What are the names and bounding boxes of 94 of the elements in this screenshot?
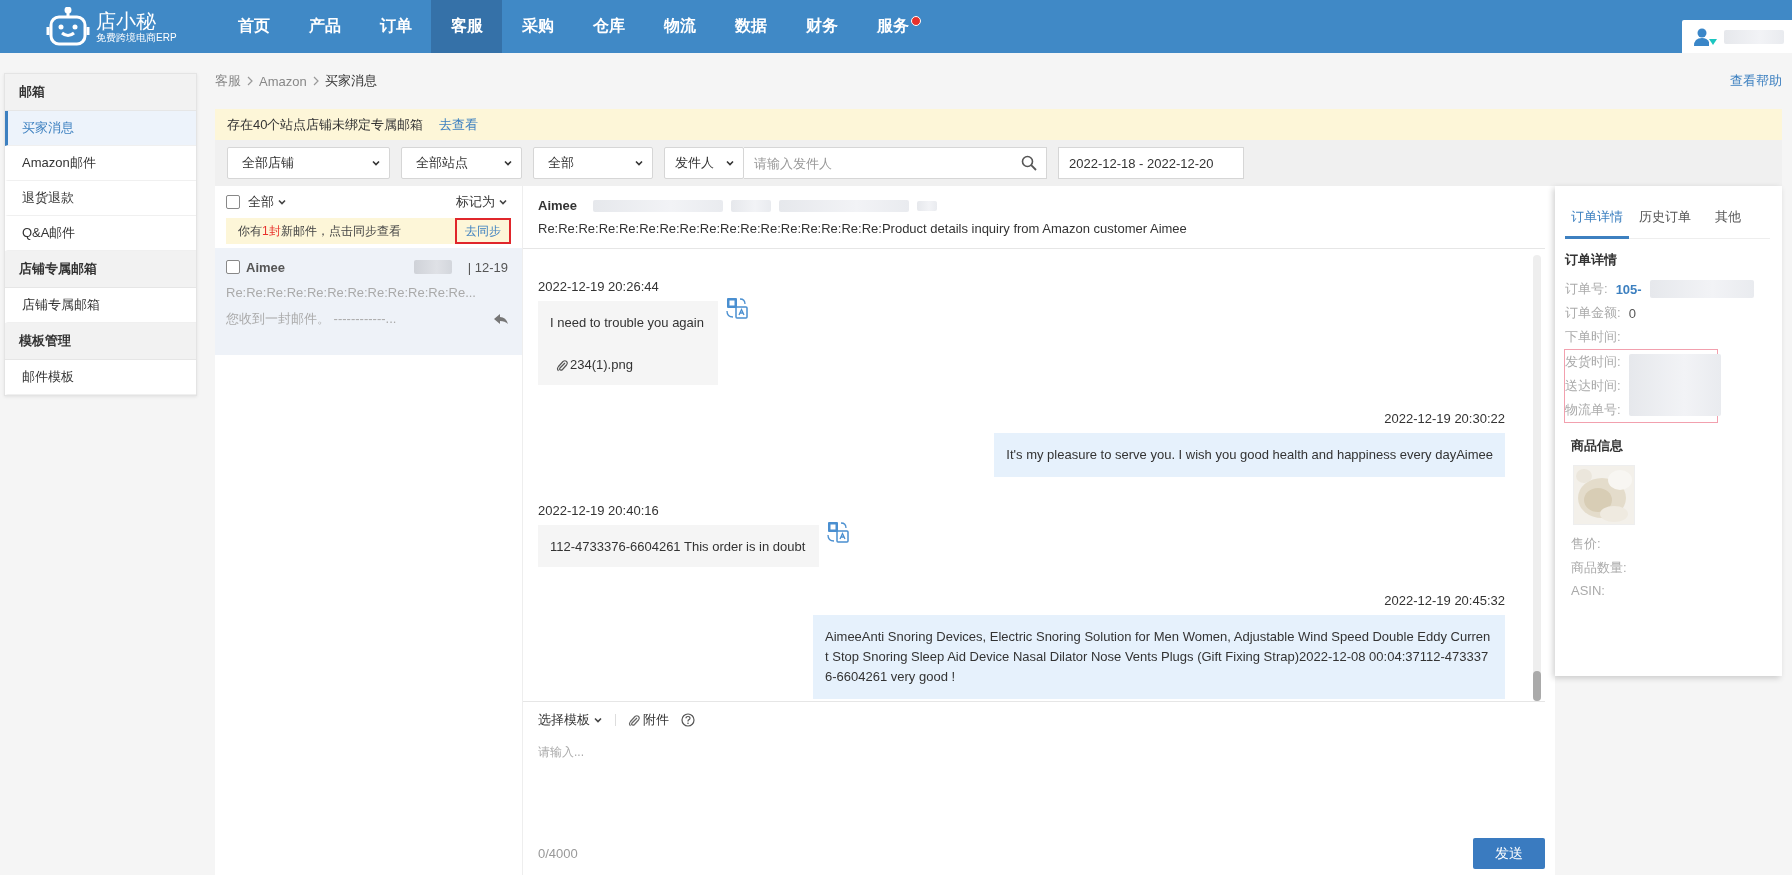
sidebar-section-title: 邮箱 bbox=[5, 74, 196, 111]
scroll-thumb[interactable] bbox=[1533, 671, 1541, 701]
field-value: 0 bbox=[1628, 305, 1636, 321]
field-label: 下单时间: bbox=[1565, 328, 1621, 346]
breadcrumb-link[interactable]: 买家消息 bbox=[324, 72, 377, 90]
message-date: | 12-19 bbox=[467, 259, 508, 275]
message-input[interactable]: 请输入... bbox=[538, 738, 1545, 838]
notice-link[interactable]: 去查看 bbox=[439, 115, 479, 134]
nav-tab[interactable]: 数据 bbox=[715, 0, 786, 53]
robot-icon bbox=[46, 6, 90, 47]
sidebar-section-title: 模板管理 bbox=[5, 323, 196, 360]
send-button[interactable]: 发送 bbox=[1473, 838, 1545, 869]
sidebar-item[interactable]: 买家消息 bbox=[5, 111, 196, 146]
nav-tab[interactable]: 物流 bbox=[644, 0, 715, 53]
blurred-text bbox=[917, 200, 938, 211]
nav-tab[interactable]: 服务 bbox=[857, 0, 928, 53]
select-field[interactable]: 全部站点 bbox=[401, 147, 522, 179]
chevron-down-icon bbox=[593, 715, 603, 725]
chevron-down-icon bbox=[634, 158, 644, 168]
scrollbar[interactable] bbox=[1533, 255, 1541, 701]
blurred-text bbox=[413, 260, 452, 274]
mark-as-dropdown[interactable]: 标记为 bbox=[456, 193, 508, 211]
nav-tab[interactable]: 首页 bbox=[218, 0, 289, 53]
template-dropdown[interactable]: 选择模板 bbox=[538, 711, 603, 729]
sync-button[interactable]: 去同步 bbox=[455, 218, 511, 244]
field-label: 物流单号: bbox=[1565, 401, 1621, 419]
field-label: 发货时间: bbox=[1565, 353, 1621, 371]
search-field[interactable]: 请输入发件人 bbox=[744, 147, 1047, 179]
field-label: 订单金额: bbox=[1565, 304, 1621, 322]
message-subject: Re:Re:Re:Re:Re:Re:Re:Re:Re:Re:Re:Re... bbox=[226, 285, 477, 300]
translate-icon[interactable] bbox=[827, 521, 850, 543]
chevron-down-icon bbox=[503, 158, 513, 168]
chevron-down-icon bbox=[498, 197, 508, 207]
nav-tab[interactable]: 订单 bbox=[360, 0, 431, 53]
date-range-field[interactable]: 2022-12-18 - 2022-12-20 bbox=[1058, 147, 1244, 179]
select-field[interactable]: 全部店铺 bbox=[227, 147, 390, 179]
select-all-dropdown[interactable]: 全部 bbox=[248, 193, 287, 211]
sidebar-section-title: 店铺专属邮箱 bbox=[5, 251, 196, 288]
message-time: 2022-12-19 20:45:32 bbox=[1384, 593, 1505, 609]
field-label: 订单号: bbox=[1565, 280, 1608, 298]
panel-tab[interactable]: 其他 bbox=[1709, 208, 1747, 238]
sidebar-item[interactable]: 退货退款 bbox=[5, 181, 196, 216]
field-label: 送达时间: bbox=[1565, 377, 1621, 395]
help-icon[interactable] bbox=[681, 713, 695, 727]
sidebar-item[interactable]: 邮件模板 bbox=[5, 360, 196, 395]
section-title: 订单详情 bbox=[1565, 251, 1618, 269]
order-number-link[interactable]: 105- bbox=[1615, 281, 1642, 297]
message-text: It's my pleasure to serve you. I wish you good health and happiness every dayAimee bbox=[1006, 446, 1493, 464]
checkbox[interactable] bbox=[226, 195, 240, 209]
nav-tab[interactable]: 财务 bbox=[786, 0, 857, 53]
field-label: 商品数量: bbox=[1571, 559, 1628, 573]
message-text: AimeeAnti Snoring Devices, Electric Snoring Solution for Men Women, Adjustable Wind Speed Double Eddy Current Stop Snoring Sleep Aid Device Nasal Dilator Nose Vents Plugs (Gift Fixing Strap)2022-12-08 00:04:37112-4733376-6604261 very good ! bbox=[825, 628, 1492, 686]
blurred-text bbox=[731, 199, 772, 212]
chevron-right-icon bbox=[311, 76, 320, 86]
attachment-link[interactable]: 234(1).png bbox=[550, 355, 704, 375]
search-icon[interactable] bbox=[1021, 155, 1037, 171]
sender-name: Aimee bbox=[246, 259, 286, 275]
nav-tab[interactable]: 产品 bbox=[289, 0, 360, 53]
sender-name: Aimee bbox=[538, 198, 578, 213]
panel-tab[interactable]: 历史订单 bbox=[1633, 208, 1697, 238]
message-time: 2022-12-19 20:26:44 bbox=[538, 279, 660, 295]
user-icon bbox=[1694, 26, 1718, 47]
message-text: 112-4733376-6604261 This order is in doubt bbox=[550, 538, 806, 556]
field-label: ASIN: bbox=[1571, 583, 1606, 597]
translate-icon[interactable] bbox=[725, 297, 748, 319]
chevron-down-icon bbox=[725, 158, 735, 168]
notice-text: 存在40个站点店铺未绑定专属邮箱 bbox=[227, 115, 424, 134]
blurred-text bbox=[1724, 29, 1784, 44]
select-field[interactable]: 发件人 bbox=[664, 147, 744, 179]
chevron-down-icon bbox=[371, 158, 381, 168]
select-field[interactable]: 全部 bbox=[533, 147, 653, 179]
message-text: I need to trouble you again bbox=[550, 314, 704, 332]
message-time: 2022-12-19 20:40:16 bbox=[538, 503, 660, 519]
conversation-subject: Re:Re:Re:Re:Re:Re:Re:Re:Re:Re:Re:Re:Re:Re:Re:Re:Re:Product details inquiry from Amazon customer Aimee bbox=[538, 221, 1188, 236]
chevron-right-icon bbox=[246, 76, 254, 86]
field-label: 售价: bbox=[1571, 535, 1602, 549]
section-title: 商品信息 bbox=[1571, 437, 1624, 455]
nav-tab[interactable]: 客服 bbox=[431, 0, 502, 53]
panel-tab[interactable]: 订单详情 bbox=[1565, 208, 1629, 239]
help-link[interactable]: 查看帮助 bbox=[1730, 72, 1782, 90]
attachment-button[interactable]: 附件 bbox=[628, 711, 669, 729]
paperclip-icon bbox=[628, 713, 640, 727]
logo-tagline: 免费跨境电商ERP bbox=[96, 31, 177, 44]
sync-notice-text: 你有1封新邮件，点击同步查看 bbox=[238, 222, 401, 240]
nav-tab[interactable]: 仓库 bbox=[573, 0, 644, 53]
nav-tab[interactable]: 采购 bbox=[502, 0, 573, 53]
character-counter: 0/4000 bbox=[538, 846, 578, 861]
chevron-down-icon bbox=[277, 197, 287, 207]
paperclip-icon bbox=[556, 358, 568, 372]
user-menu[interactable] bbox=[1682, 20, 1792, 53]
sidebar-item[interactable]: Amazon邮件 bbox=[5, 146, 196, 181]
message-time: 2022-12-19 20:30:22 bbox=[1384, 411, 1505, 427]
checkbox[interactable] bbox=[226, 260, 240, 274]
logo-name: 店小秘 bbox=[96, 9, 157, 32]
